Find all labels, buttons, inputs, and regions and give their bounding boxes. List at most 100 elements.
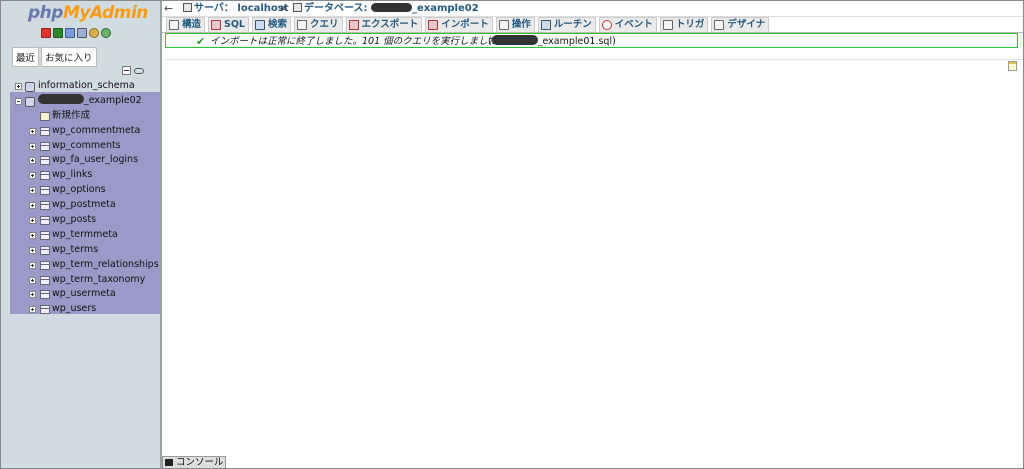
database-icon	[293, 3, 302, 12]
redacted-block	[491, 35, 538, 45]
nav-tabs: 最近 お気に入り	[12, 47, 97, 67]
tree-item-table[interactable]: wp_posts	[1, 213, 160, 228]
tree-item-table[interactable]: wp_options	[1, 183, 160, 198]
designer-icon	[714, 20, 725, 30]
tab-events[interactable]: イベント	[598, 17, 657, 32]
tree-item-new[interactable]: 新規作成	[1, 109, 160, 124]
favorites-button[interactable]: お気に入り	[41, 47, 97, 67]
table-icon	[40, 260, 50, 270]
checkmark-icon: ✔	[196, 35, 206, 48]
import-filename: (_example01.sql)	[488, 35, 616, 47]
tab-import[interactable]: インポート	[425, 17, 493, 32]
table-icon	[40, 290, 50, 300]
expand-icon[interactable]	[29, 291, 36, 299]
navigation-panel: phpMyAdmin 最近 お気に入り information_schema _…	[1, 1, 162, 468]
tab-sql[interactable]: SQL	[208, 17, 249, 32]
breadcrumb-separator: »	[280, 3, 287, 14]
expand-icon[interactable]	[29, 261, 36, 269]
tree-item-label: 新規作成	[52, 109, 91, 121]
tree-item-table[interactable]: wp_term_relationships	[1, 258, 160, 273]
structure-icon	[169, 20, 179, 30]
expand-icon[interactable]	[29, 231, 36, 239]
expand-icon[interactable]	[29, 246, 36, 254]
expand-icon[interactable]	[29, 172, 36, 180]
tree-item-label: wp_users	[52, 303, 97, 315]
breadcrumb-database[interactable]: データベース: _example02	[293, 1, 479, 16]
back-arrow-icon[interactable]: ←	[164, 1, 173, 16]
tree-item-table[interactable]: wp_comments	[1, 139, 160, 154]
tab-routines[interactable]: ルーチン	[537, 17, 596, 32]
expand-icon[interactable]	[29, 142, 36, 150]
new-table-icon	[40, 111, 50, 121]
table-icon	[40, 305, 50, 315]
table-icon	[40, 186, 50, 196]
tree-item-label: wp_comments	[52, 139, 121, 151]
home-icon[interactable]	[41, 28, 51, 38]
phpmyadmin-logo[interactable]: phpMyAdmin	[28, 3, 148, 23]
redacted-block	[38, 93, 84, 104]
table-icon	[40, 201, 50, 211]
console-toggle-button[interactable]: コンソール	[162, 456, 226, 468]
documentation-icon[interactable]	[65, 28, 75, 38]
tree-item-label: wp_term_relationships	[52, 258, 159, 270]
table-icon	[40, 126, 50, 136]
expand-icon[interactable]	[29, 187, 36, 195]
tab-designer[interactable]: デザイナ	[711, 17, 770, 32]
expand-icon[interactable]	[15, 83, 22, 90]
page-settings-icon[interactable]	[1008, 61, 1017, 71]
tab-triggers[interactable]: トリガ	[659, 17, 709, 32]
expand-icon[interactable]	[29, 217, 36, 225]
tree-item-label: wp_posts	[52, 214, 97, 226]
table-icon	[40, 171, 50, 181]
tree-item-table[interactable]: wp_terms	[1, 243, 160, 258]
operations-icon	[498, 20, 509, 30]
tree-item-selected-db[interactable]: _example02	[1, 93, 160, 109]
clock-icon	[601, 20, 612, 30]
tab-structure[interactable]: 構造	[166, 17, 206, 32]
content-divider	[165, 59, 1023, 60]
tree-item-table[interactable]: wp_commentmeta	[1, 124, 160, 139]
app-window: phpMyAdmin 最近 お気に入り information_schema _…	[0, 0, 1024, 469]
tree-item-table[interactable]: wp_fa_user_logins	[1, 153, 160, 168]
collapse-all-icon[interactable]	[122, 66, 131, 75]
console-icon	[165, 459, 173, 466]
table-icon	[40, 245, 50, 255]
expand-icon[interactable]	[29, 157, 36, 165]
tree-item-label: wp_postmeta	[52, 199, 116, 211]
table-icon	[40, 275, 50, 285]
table-icon	[40, 141, 50, 151]
tree-item-table[interactable]: wp_term_taxonomy	[1, 273, 160, 288]
tree-item-table[interactable]: wp_usermeta	[1, 287, 160, 302]
expand-icon[interactable]	[29, 202, 36, 210]
expand-icon[interactable]	[29, 306, 36, 314]
database-icon	[25, 82, 35, 92]
reload-icon[interactable]	[101, 28, 111, 38]
settings-icon[interactable]	[89, 28, 99, 38]
expand-icon[interactable]	[29, 276, 36, 284]
redacted-block	[370, 3, 412, 12]
tree-item-table[interactable]: wp_users	[1, 302, 160, 317]
main-panel: ← サーバ： localhost » データベース: _example02 構造…	[162, 1, 1023, 468]
search-icon	[255, 20, 265, 30]
import-icon	[428, 20, 439, 30]
sql-query-icon[interactable]	[53, 28, 63, 38]
breadcrumb: ← サーバ： localhost » データベース: _example02	[162, 1, 1023, 17]
tab-operations[interactable]: 操作	[495, 17, 535, 32]
docs-icon[interactable]	[77, 28, 87, 38]
collapse-icon[interactable]	[15, 97, 22, 105]
tree-item-table[interactable]: wp_links	[1, 168, 160, 183]
tree-item-table[interactable]: wp_postmeta	[1, 198, 160, 213]
tree-item-label: wp_commentmeta	[52, 124, 141, 136]
link-icon[interactable]	[134, 68, 144, 74]
tab-search[interactable]: 検索	[252, 17, 292, 32]
tree-item-table[interactable]: wp_termmeta	[1, 228, 160, 243]
tab-export[interactable]: エクスポート	[345, 17, 423, 32]
triggers-icon	[662, 20, 673, 30]
tab-query[interactable]: クエリ	[294, 17, 343, 32]
server-icon	[183, 3, 192, 12]
query-icon	[297, 20, 308, 30]
expand-icon[interactable]	[29, 127, 36, 135]
recent-button[interactable]: 最近	[12, 47, 40, 67]
breadcrumb-server[interactable]: サーバ： localhost	[183, 1, 289, 16]
table-icon	[40, 216, 50, 226]
